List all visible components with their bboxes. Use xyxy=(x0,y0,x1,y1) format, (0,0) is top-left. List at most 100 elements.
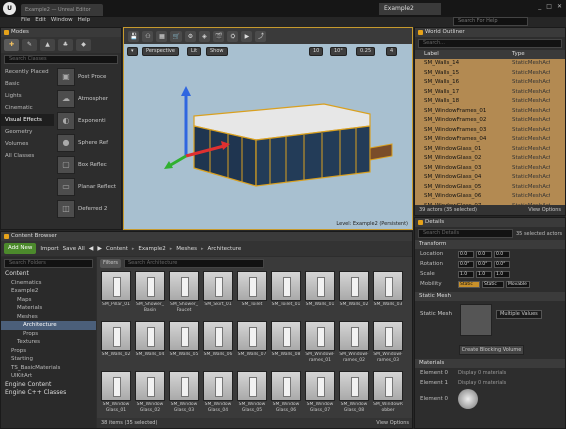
asset-tile[interactable]: SM_WindowGlass_05 xyxy=(237,371,267,420)
menu-file[interactable]: File xyxy=(21,17,30,26)
placeable-item[interactable]: ☁ Atmospher xyxy=(54,88,121,110)
breadcrumb-example2[interactable]: Example2 xyxy=(138,246,165,252)
element0-value[interactable]: Display 0 materials xyxy=(458,370,506,376)
material-sphere-thumbnail[interactable] xyxy=(458,389,478,409)
level-viewport[interactable]: 💾 ⚇ ▦ 🛒 ⚙ ◈ 🎬 ⛭ ▶ ⤴ ▾ Perspective Lit Sh… xyxy=(123,27,413,230)
asset-tile[interactable]: SM_WindowGlass_02 xyxy=(135,371,165,420)
outliner-col-type[interactable]: Type xyxy=(490,50,525,59)
asset-tile[interactable]: SM_WindowFrames_02 xyxy=(339,321,369,370)
asset-tile[interactable]: SM_WindowRobber xyxy=(373,371,403,420)
static-mesh-picker[interactable]: Multiple Values xyxy=(496,310,542,319)
asset-tile[interactable]: SM_WindowFrames_01 xyxy=(305,321,335,370)
asset-tile[interactable]: SM_WindowGlass_04 xyxy=(203,371,233,420)
outliner-row[interactable]: SM_Walls_15 StaticMeshAct xyxy=(415,69,565,79)
folder-tree-item[interactable]: Architecture xyxy=(1,321,96,330)
folder-tree-item[interactable]: Meshes xyxy=(1,313,96,322)
landscape-mode-icon[interactable]: ▲ xyxy=(40,39,55,51)
level-tab[interactable]: Example2 xyxy=(379,3,441,15)
outliner-search-input[interactable]: Search... xyxy=(418,39,562,48)
category-item[interactable]: Basic xyxy=(1,78,54,90)
settings-icon[interactable]: ⚙ xyxy=(184,30,196,42)
breadcrumb-meshes[interactable]: Meshes xyxy=(176,246,197,252)
rotation-x[interactable]: 0.0° xyxy=(458,260,474,268)
category-item[interactable]: All Classes xyxy=(1,150,54,162)
close-icon[interactable]: ✕ xyxy=(557,3,562,10)
location-x[interactable]: 0.0 xyxy=(458,250,474,258)
project-title-tab[interactable]: Example2 — Unreal Editor xyxy=(21,4,103,16)
asset-tile[interactable]: SM_Walls_04 xyxy=(135,321,165,370)
element1-value[interactable]: Display 0 materials xyxy=(458,380,506,386)
scale-x[interactable]: 1.0 xyxy=(458,270,474,278)
maximize-icon[interactable]: □ xyxy=(546,3,552,10)
menu-help[interactable]: Help xyxy=(78,17,91,26)
transform-section[interactable]: Transform xyxy=(415,240,565,249)
outliner-row[interactable]: SM_Walls_17 StaticMeshAct xyxy=(415,88,565,98)
placeable-item[interactable]: ▭ Planar Reflect xyxy=(54,176,121,198)
build-icon[interactable]: ⛭ xyxy=(227,30,239,42)
outliner-row[interactable]: SM_WindowFrames_03 StaticMeshAct xyxy=(415,126,565,136)
category-item[interactable]: Lights xyxy=(1,90,54,102)
category-item[interactable]: Visual Effects xyxy=(1,114,54,126)
folder-tree-item[interactable]: Content xyxy=(1,270,96,279)
asset-tile[interactable]: SM_Shower_Basin xyxy=(135,271,165,320)
details-search-input[interactable]: Search Details xyxy=(418,229,513,238)
placeable-item[interactable]: ● Sphere Ref xyxy=(54,132,121,154)
asset-tile[interactable]: SM_Pillar_01 xyxy=(101,271,131,320)
class-search-input[interactable]: Search Classes xyxy=(4,55,118,64)
category-item[interactable]: Cinematic xyxy=(1,102,54,114)
source-control-icon[interactable]: ⚇ xyxy=(142,30,154,42)
outliner-view-options[interactable]: View Options xyxy=(528,205,561,215)
play-icon[interactable]: ▶ xyxy=(241,30,253,42)
house-model[interactable] xyxy=(124,44,413,230)
details-tab[interactable]: Details xyxy=(415,218,565,227)
outliner-col-label[interactable]: Label xyxy=(415,50,490,59)
folder-tree-item[interactable]: Engine Content xyxy=(1,381,96,390)
static-mesh-section[interactable]: Static Mesh xyxy=(415,292,565,301)
asset-search-input[interactable]: Search Architecture xyxy=(124,258,264,268)
asset-tile[interactable]: SM_Walls_03 xyxy=(373,271,403,320)
asset-tile[interactable]: SM_Walls_02 xyxy=(339,271,369,320)
folder-tree-item[interactable]: Textures xyxy=(1,338,96,347)
folder-tree-item[interactable]: Props xyxy=(1,330,96,339)
menu-window[interactable]: Window xyxy=(51,17,73,26)
asset-tile[interactable]: SM_WindowGlass_06 xyxy=(271,371,301,420)
folder-tree-item[interactable]: Maps xyxy=(1,296,96,305)
outliner-row[interactable]: SM_WindowGlass_06 StaticMeshAct xyxy=(415,192,565,202)
outliner-row[interactable]: SM_WindowGlass_01 StaticMeshAct xyxy=(415,145,565,155)
scale-y[interactable]: 1.0 xyxy=(476,270,492,278)
forward-arrow-icon[interactable]: ▶ xyxy=(97,245,102,252)
outliner-row[interactable]: SM_WindowGlass_03 StaticMeshAct xyxy=(415,164,565,174)
placeable-item[interactable]: ◐ Exponenti xyxy=(54,110,121,132)
asset-tile[interactable]: SM_Walls_08 xyxy=(271,321,301,370)
asset-tile[interactable]: SM_Skirt_01 xyxy=(203,271,233,320)
category-item[interactable]: Recently Placed xyxy=(1,66,54,78)
asset-tile[interactable]: SM_Walls_02 xyxy=(101,321,131,370)
asset-tile[interactable]: SM_Walls_05 xyxy=(169,321,199,370)
asset-tile[interactable]: SM_WindowGlass_03 xyxy=(169,371,199,420)
outliner-row[interactable]: SM_Walls_18 StaticMeshAct xyxy=(415,97,565,107)
placeable-item[interactable]: ▢ Box Reflec xyxy=(54,154,121,176)
outliner-row[interactable]: SM_WindowGlass_05 StaticMeshAct xyxy=(415,183,565,193)
place-mode-icon[interactable]: ✚ xyxy=(4,39,19,51)
cinematics-icon[interactable]: 🎬 xyxy=(212,30,225,42)
world-outliner-tab[interactable]: World Outliner xyxy=(415,28,565,37)
asset-tile[interactable]: SM_WindowGlass_07 xyxy=(305,371,335,420)
static-mesh-thumbnail[interactable] xyxy=(460,304,492,336)
add-new-button[interactable]: Add New xyxy=(4,243,37,254)
mobility-movable-button[interactable]: Movable xyxy=(506,280,530,288)
asset-tile[interactable]: SM_Walls_06 xyxy=(203,321,233,370)
rotation-y[interactable]: 0.0° xyxy=(476,260,492,268)
folder-search-input[interactable]: Search Folders xyxy=(4,259,93,268)
category-item[interactable]: Volumes xyxy=(1,138,54,150)
asset-tile[interactable]: SM_Walls_01 xyxy=(305,271,335,320)
asset-view-options[interactable]: View Options xyxy=(376,418,409,428)
back-arrow-icon[interactable]: ◀ xyxy=(89,245,94,252)
viewport-scene[interactable]: ▾ Perspective Lit Show 10 10° 0.25 4 Lev… xyxy=(124,44,413,230)
blueprints-icon[interactable]: ◈ xyxy=(198,30,210,42)
filters-button[interactable]: Filters xyxy=(100,258,121,268)
asset-tile[interactable]: SM_Walls_07 xyxy=(237,321,267,370)
geometry-mode-icon[interactable]: ◆ xyxy=(76,39,91,51)
category-item[interactable]: Geometry xyxy=(1,126,54,138)
asset-tile[interactable]: SM_WindowGlass_08 xyxy=(339,371,369,420)
create-blocking-volume-button[interactable]: Create Blocking Volume xyxy=(459,345,524,355)
